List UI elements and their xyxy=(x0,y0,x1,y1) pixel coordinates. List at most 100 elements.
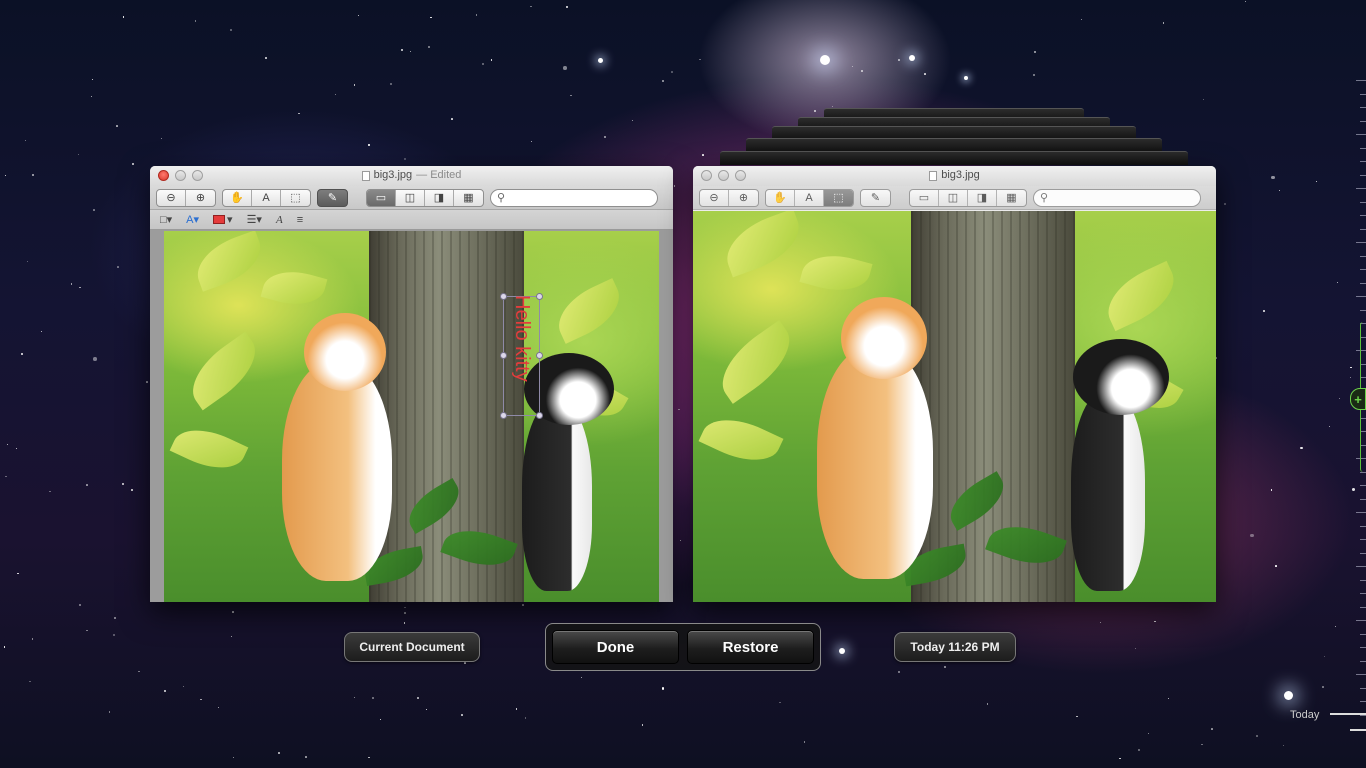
timeline-tick xyxy=(1360,107,1366,108)
timeline-tick xyxy=(1360,147,1366,149)
backup-snapshot-window[interactable]: big3.jpg ⊖ ⊕ ✋ A ⬚ ✎ ▭ ◫ ◨ ▦ ⚲ xyxy=(693,166,1216,602)
bright-star xyxy=(909,55,915,61)
star xyxy=(566,6,568,8)
timeline-today-label[interactable]: Today xyxy=(1290,709,1319,721)
star xyxy=(21,353,24,356)
hello-kitty-annotation[interactable]: Hello kitty xyxy=(510,295,533,382)
timeline-tick xyxy=(1356,296,1366,297)
star xyxy=(232,611,235,614)
title-bar[interactable]: big3.jpg — Edited xyxy=(150,166,673,186)
markup-toolbar: □▾ A▾ ▾ ☰▾ A ≡ xyxy=(150,210,673,230)
resize-handle[interactable] xyxy=(500,412,507,419)
star xyxy=(1324,656,1326,658)
timeline-tick xyxy=(1360,120,1366,122)
star xyxy=(1245,0,1247,2)
timeline-tick xyxy=(1360,93,1366,95)
zoom-button xyxy=(735,170,746,181)
resize-handle[interactable] xyxy=(536,293,543,300)
text-select-tool-icon[interactable]: A xyxy=(252,189,281,206)
star xyxy=(673,184,676,187)
toolbar: ⊖ ⊕ ✋ A ⬚ ✎ ▭ ◫ ◨ ▦ ⚲ xyxy=(693,186,1216,210)
search-input[interactable]: ⚲ xyxy=(490,188,658,207)
timeline-tick xyxy=(1360,701,1366,702)
timeline-tick xyxy=(1360,539,1366,540)
kitten-photo[interactable]: Hello kitty xyxy=(164,231,659,602)
star xyxy=(194,20,197,22)
star xyxy=(305,756,307,759)
star xyxy=(1167,698,1169,700)
view-contact-sheet-icon[interactable]: ▦ xyxy=(454,190,483,206)
timeline-tick xyxy=(1360,255,1366,257)
rect-select-tool-icon[interactable]: ⬚ xyxy=(281,190,310,206)
view-sidebar-icon[interactable]: ◫ xyxy=(396,189,425,206)
timeline-current-tick xyxy=(1350,729,1366,731)
done-button[interactable]: Done xyxy=(552,630,679,664)
close-button[interactable] xyxy=(158,170,169,181)
star xyxy=(146,381,149,384)
star xyxy=(641,724,644,726)
timeline-plus-icon[interactable]: + xyxy=(1350,388,1366,410)
timeline-tick xyxy=(1356,674,1366,675)
star xyxy=(78,603,82,607)
resize-handle[interactable] xyxy=(536,412,543,419)
zoom-out-icon[interactable]: ⊖ xyxy=(157,189,186,206)
bright-star xyxy=(597,57,603,63)
history-window-stack xyxy=(720,151,1188,165)
star xyxy=(357,14,360,17)
move-tool-icon[interactable]: ✋ xyxy=(223,189,252,206)
minimize-button xyxy=(718,170,729,181)
text-box-tool-icon[interactable]: A▾ xyxy=(186,213,199,226)
view-single-icon[interactable]: ▭ xyxy=(367,189,396,206)
star xyxy=(678,409,680,411)
timeline-tick xyxy=(1360,309,1366,311)
markup-pencil-icon[interactable]: ✎ xyxy=(318,190,347,206)
shape-tool-icon[interactable]: □▾ xyxy=(160,213,172,226)
star xyxy=(831,105,833,107)
star xyxy=(232,756,234,759)
current-document-window[interactable]: big3.jpg — Edited ⊖ ⊕ ✋ A ⬚ ✎ ▭ ◫ ◨ ▦ ⚲ … xyxy=(150,166,673,602)
resize-handle[interactable] xyxy=(500,352,507,359)
star xyxy=(116,265,119,268)
resize-handle[interactable] xyxy=(536,352,543,359)
star xyxy=(353,84,356,86)
star xyxy=(516,708,518,710)
zoom-in-icon[interactable]: ⊕ xyxy=(186,190,215,206)
list-icon[interactable]: ≡ xyxy=(297,214,303,226)
resize-handle[interactable] xyxy=(500,293,507,300)
star xyxy=(531,141,533,143)
star xyxy=(662,687,665,690)
star xyxy=(403,157,407,161)
star xyxy=(430,16,432,19)
star xyxy=(1316,180,1318,182)
star xyxy=(217,706,219,709)
star xyxy=(49,490,52,493)
star xyxy=(852,66,854,68)
zoom-button[interactable] xyxy=(192,170,203,181)
star xyxy=(29,680,31,683)
timeline-tick xyxy=(1360,687,1366,689)
color-picker[interactable]: ▾ xyxy=(213,213,233,226)
star xyxy=(1211,728,1214,730)
timeline-tick xyxy=(1360,201,1366,203)
font-icon[interactable]: A xyxy=(276,214,283,226)
star xyxy=(132,163,134,165)
star xyxy=(230,28,233,31)
minimize-button[interactable] xyxy=(175,170,186,181)
star xyxy=(464,662,467,664)
star xyxy=(138,671,140,673)
history-window-stack xyxy=(746,138,1162,152)
star xyxy=(130,489,133,492)
view-sidebar-right-icon[interactable]: ◨ xyxy=(425,189,454,206)
title-bar: big3.jpg xyxy=(693,166,1216,186)
star xyxy=(122,482,125,485)
timeline-tick xyxy=(1356,134,1366,135)
star xyxy=(803,740,806,743)
line-style-icon[interactable]: ☰▾ xyxy=(247,213,262,226)
restore-button[interactable]: Restore xyxy=(687,630,814,664)
current-document-label[interactable]: Current Document xyxy=(344,632,480,662)
star xyxy=(1250,533,1254,538)
star xyxy=(26,261,28,263)
timeline-tick xyxy=(1360,606,1366,608)
star xyxy=(335,93,337,95)
star xyxy=(1275,565,1277,567)
